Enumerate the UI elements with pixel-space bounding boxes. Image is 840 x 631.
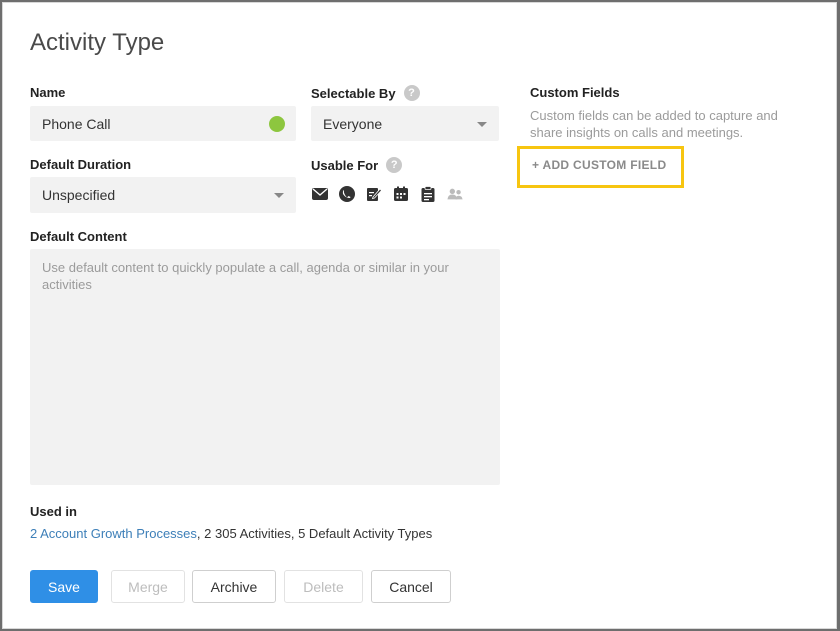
selectable-by-label-text: Selectable By: [311, 85, 396, 101]
default-content-label: Default Content: [30, 229, 127, 244]
save-button[interactable]: Save: [30, 570, 98, 603]
archive-button[interactable]: Archive: [192, 570, 276, 603]
merge-button[interactable]: Merge: [111, 570, 185, 603]
used-in-rest-text: , 2 305 Activities, 5 Default Activity T…: [196, 526, 433, 541]
used-in-label-text: Used in: [30, 504, 77, 519]
note-icon[interactable]: [366, 186, 382, 202]
cancel-button[interactable]: Cancel: [371, 570, 451, 603]
selectable-by-label: Selectable By ?: [311, 85, 420, 101]
default-duration-select[interactable]: Unspecified: [30, 177, 296, 213]
usable-for-label-text: Usable For: [311, 157, 379, 173]
selectable-by-value: Everyone: [323, 115, 383, 132]
chevron-down-icon: [477, 121, 487, 127]
default-content-label-text: Default Content: [30, 229, 127, 244]
selectable-by-select[interactable]: Everyone: [311, 106, 499, 141]
name-label: Name: [30, 85, 65, 100]
chevron-down-icon: [274, 193, 284, 198]
help-icon[interactable]: ?: [403, 85, 420, 101]
delete-button[interactable]: Delete: [284, 570, 363, 603]
account-growth-processes-link[interactable]: 2 Account Growth Processes: [30, 526, 197, 541]
add-custom-field-button[interactable]: + ADD CUSTOM FIELD: [532, 158, 666, 172]
help-icon[interactable]: ?: [386, 157, 403, 173]
default-duration-value: Unspecified: [42, 187, 116, 203]
used-in-summary: 2 Account Growth Processes, 2 305 Activi…: [30, 526, 432, 541]
color-picker-dot[interactable]: [269, 115, 285, 132]
name-value: Phone Call: [42, 115, 111, 132]
name-label-text: Name: [30, 85, 66, 100]
default-content-textarea[interactable]: Use default content to quickly populate …: [30, 249, 500, 485]
dialog-title: Activity Type: [30, 29, 165, 56]
default-content-placeholder: Use default content to quickly populate …: [42, 260, 449, 292]
calendar-icon[interactable]: [393, 186, 409, 202]
custom-fields-label: Custom Fields: [530, 85, 620, 100]
custom-fields-description: Custom fields can be added to capture an…: [530, 108, 778, 140]
task-icon[interactable]: [420, 186, 436, 202]
activity-type-dialog: Activity Type Name Phone Call Selectable…: [2, 2, 837, 629]
phone-icon[interactable]: [339, 186, 355, 202]
name-input[interactable]: Phone Call: [30, 106, 296, 141]
meeting-icon[interactable]: [447, 186, 463, 202]
usable-for-label: Usable For ?: [311, 157, 403, 173]
email-icon[interactable]: [312, 186, 328, 202]
custom-fields-label-text: Custom Fields: [530, 85, 620, 100]
default-duration-label-text: Default Duration: [30, 157, 132, 172]
add-custom-field-highlight: + ADD CUSTOM FIELD: [517, 146, 684, 188]
used-in-label: Used in: [30, 504, 77, 519]
usable-for-icons: [312, 186, 463, 202]
default-duration-label: Default Duration: [30, 157, 131, 172]
